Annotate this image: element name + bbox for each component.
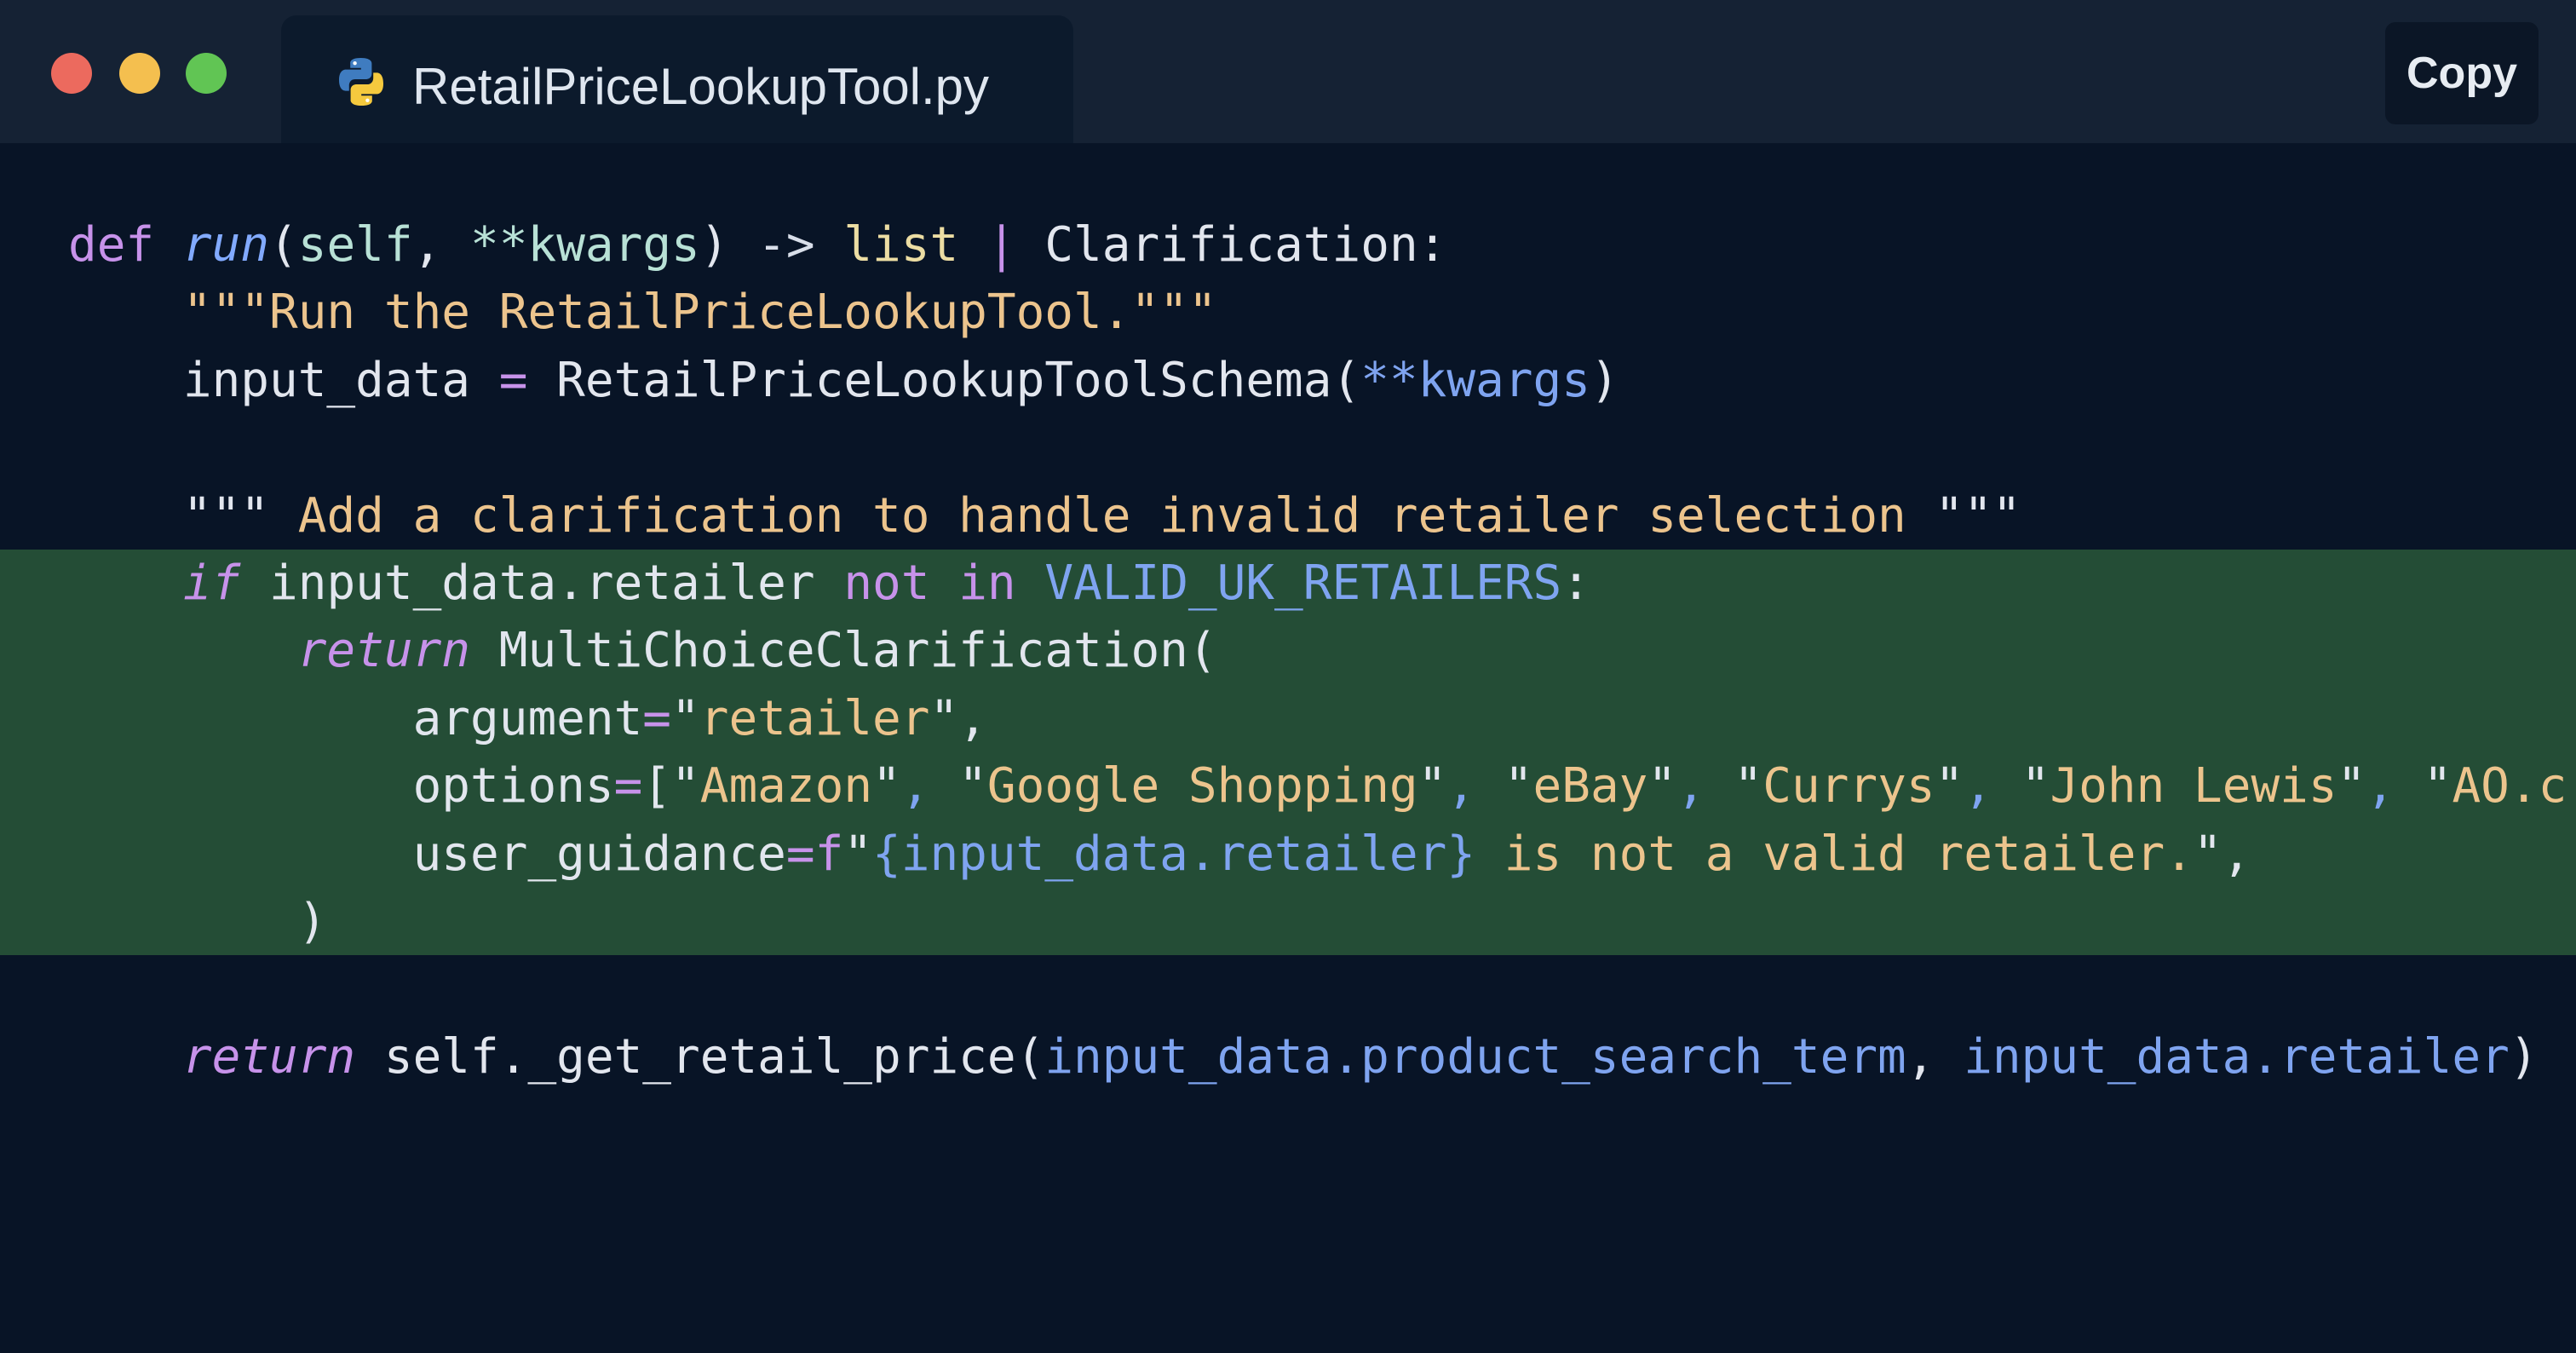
close-window-button[interactable] [51, 53, 92, 94]
option-string: AO.c [2452, 758, 2567, 815]
assign-op: = [613, 758, 643, 815]
quote: " [671, 690, 700, 746]
option-string: Currys [1762, 758, 1935, 815]
param-self: self [297, 217, 413, 273]
argument-name: options [412, 758, 614, 815]
file-name: RetailPriceLookupTool.py [412, 58, 990, 115]
quote: " [929, 690, 959, 746]
paren: ) [2509, 1028, 2539, 1085]
union-pipe: | [958, 217, 1045, 273]
paren: ) [699, 217, 729, 273]
comma: , [1906, 1028, 1964, 1085]
argument-name: user_guidance [412, 826, 786, 882]
code-line: input_data = RetailPriceLookupToolSchema… [0, 347, 2576, 414]
assign-op: = [642, 690, 672, 746]
docstring: """Run the RetailPriceLookupTool.""" [182, 285, 1217, 341]
colon: : [1561, 555, 1590, 611]
option-string: eBay [1532, 758, 1648, 815]
code-line: """ Add a clarification to handle invali… [0, 482, 2576, 550]
highlighted-code-line: return MultiChoiceClarification( [0, 617, 2576, 685]
code-window: RetailPriceLookupTool.py Copy def run(se… [0, 0, 2576, 1353]
code-block: def run(self, **kwargs) -> list | Clarif… [0, 211, 2576, 1091]
highlighted-code-line: ) [0, 887, 2576, 956]
string-value: retailer [699, 690, 930, 746]
option-string: Amazon [699, 758, 873, 815]
keyword: not [843, 555, 930, 611]
maximize-window-button[interactable] [186, 53, 227, 94]
function-name: run [182, 217, 270, 273]
comma: , [2222, 826, 2251, 882]
return-type: Clarification [1044, 217, 1418, 273]
code-line: return self._get_retail_price(input_data… [0, 1023, 2576, 1091]
fstring-prefix: f [814, 826, 844, 882]
minimize-window-button[interactable] [119, 53, 160, 94]
string-value: is not a valid retailer. [1475, 826, 2194, 882]
highlighted-code-line: options=["Amazon", "Google Shopping", "e… [0, 752, 2576, 820]
comma: , [958, 690, 987, 746]
class-call: MultiChoiceClarification( [470, 623, 1217, 679]
quote: " [2193, 826, 2222, 882]
keyword: return [182, 1028, 356, 1085]
keyword: if [182, 555, 241, 611]
option-string: John Lewis [2050, 758, 2337, 815]
paren: ) [1590, 352, 1619, 408]
call-argument: input_data.product_search_term [1044, 1028, 1906, 1085]
bracket: [ [642, 758, 672, 815]
keyword: return [297, 623, 471, 679]
docstring-quote: """ [182, 487, 270, 544]
paren: ) [297, 893, 327, 949]
constant: VALID_UK_RETAILERS [1015, 555, 1562, 611]
option-string: Google Shopping [986, 758, 1418, 815]
assign-op: = [785, 826, 815, 882]
arrow: -> [728, 217, 844, 273]
keyword: in [958, 555, 1016, 611]
highlighted-code-line: user_guidance=f"{input_data.retailer} is… [0, 820, 2576, 888]
docstring: Add a clarification to handle invalid re… [269, 487, 1935, 544]
colon: : [1417, 217, 1447, 273]
highlighted-code-line: argument="retailer", [0, 684, 2576, 753]
variable: input_data [182, 352, 471, 408]
code-line: def run(self, **kwargs) -> list | Clarif… [0, 211, 2576, 279]
method-call: self._get_retail_price( [355, 1028, 1045, 1085]
call-argument: input_data.retailer [1964, 1028, 2510, 1085]
paren: ( [269, 217, 298, 273]
quote: " [843, 826, 873, 882]
kwargs-arg: **kwargs [1360, 352, 1590, 408]
highlighted-code-line: if input_data.retailer not in VALID_UK_R… [0, 549, 2576, 618]
expression: input_data.retailer [240, 555, 844, 611]
file-tab[interactable]: RetailPriceLookupTool.py [281, 15, 1073, 143]
python-icon [339, 58, 383, 106]
interpolation: {input_data.retailer} [872, 826, 1476, 882]
param-kwargs: **kwargs [470, 217, 700, 273]
docstring-quote: """ [1935, 487, 2021, 544]
class-name: RetailPriceLookupToolSchema [556, 352, 1332, 408]
assign-op: = [470, 352, 557, 408]
code-line: """Run the RetailPriceLookupTool.""" [0, 279, 2576, 346]
title-bar: RetailPriceLookupTool.py Copy [0, 0, 2576, 143]
type-list: list [843, 217, 959, 273]
argument-name: argument [412, 690, 643, 746]
comma: , [412, 217, 471, 273]
keyword: def [68, 217, 155, 273]
copy-button[interactable]: Copy [2385, 22, 2539, 124]
paren: ( [1331, 352, 1361, 408]
